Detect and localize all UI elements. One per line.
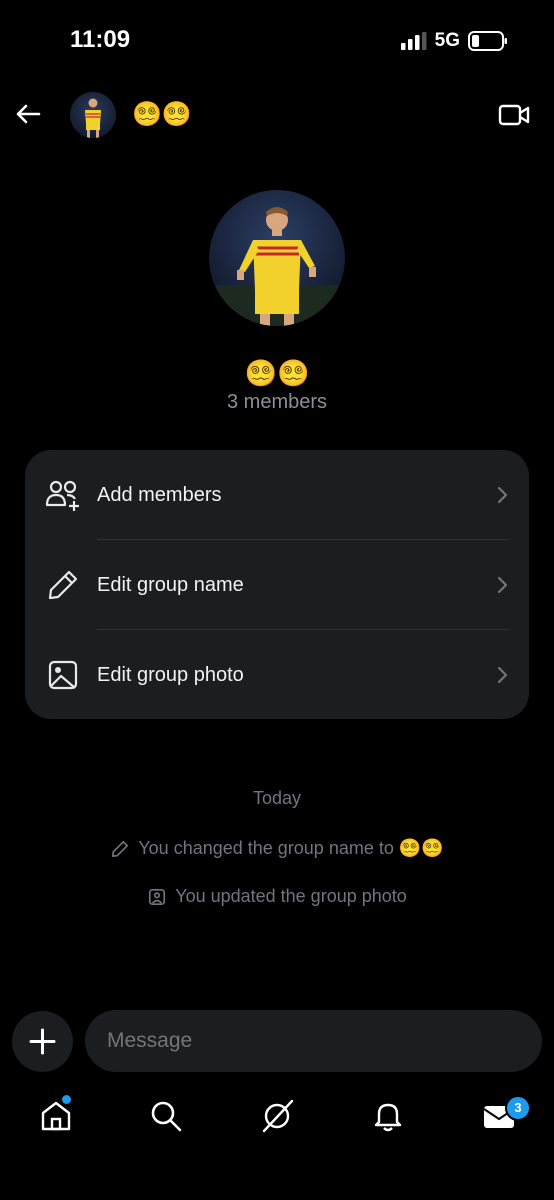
status-time: 11:09 xyxy=(70,26,131,53)
pencil-icon xyxy=(112,840,129,857)
attach-button[interactable] xyxy=(12,1011,73,1072)
pencil-icon xyxy=(48,570,78,600)
header-group-name[interactable]: 😵‍💫😵‍💫 xyxy=(132,100,192,129)
grok-icon[interactable] xyxy=(259,1098,295,1134)
network-type: 5G xyxy=(434,30,460,51)
add-members-label: Add members xyxy=(97,483,222,506)
header-group-avatar[interactable] xyxy=(70,92,116,138)
battery-icon xyxy=(468,31,507,51)
group-name: 😵‍💫😵‍💫 xyxy=(244,358,310,388)
plus-icon xyxy=(29,1028,56,1055)
add-people-icon xyxy=(45,480,79,511)
chevron-right-icon xyxy=(497,666,508,684)
search-icon[interactable] xyxy=(148,1098,184,1134)
signal-icon xyxy=(400,32,427,50)
system-event-name-change: You changed the group name to 😵‍💫😵‍💫 xyxy=(0,838,554,859)
system-event-text: You updated the group photo xyxy=(175,886,407,906)
photo-icon xyxy=(149,888,166,905)
edit-group-photo-label: Edit group photo xyxy=(97,663,244,686)
status-indicators: 5G xyxy=(400,30,508,52)
home-notification-dot xyxy=(62,1095,71,1104)
back-arrow-icon[interactable] xyxy=(12,98,44,130)
chevron-right-icon xyxy=(497,486,508,504)
message-input[interactable] xyxy=(85,1010,542,1072)
edit-group-photo-row[interactable]: Edit group photo xyxy=(25,630,529,720)
group-actions-card: Add members Edit group name Edit group p… xyxy=(25,450,529,719)
add-members-row[interactable]: Add members xyxy=(25,450,529,540)
messages-badge: 3 xyxy=(505,1095,531,1121)
edit-group-name-label: Edit group name xyxy=(97,573,244,596)
member-count[interactable]: 3 members xyxy=(0,391,554,414)
edit-group-name-row[interactable]: Edit group name xyxy=(25,540,529,630)
system-event-text: You changed the group name to 😵‍💫😵‍💫 xyxy=(138,838,444,858)
notifications-bell-icon[interactable] xyxy=(370,1098,406,1134)
date-separator: Today xyxy=(252,788,302,808)
group-photo[interactable] xyxy=(209,190,345,326)
video-call-icon[interactable] xyxy=(498,100,530,130)
system-event-photo-update: You updated the group photo xyxy=(0,886,554,907)
photo-icon xyxy=(48,660,78,690)
chevron-right-icon xyxy=(497,576,508,594)
